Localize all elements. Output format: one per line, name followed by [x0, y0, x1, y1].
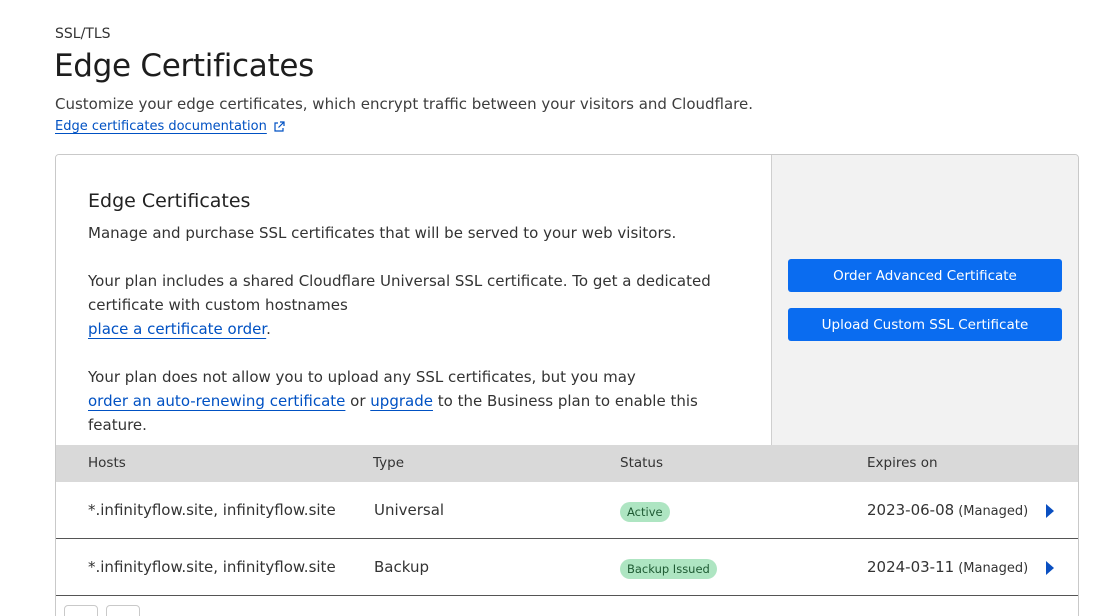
page-description: Customize your edge certificates, which …	[55, 95, 753, 113]
table-row[interactable]: *.infinityflow.site, infinityflow.site U…	[56, 482, 1078, 539]
expires-date: 2023-06-08	[867, 501, 955, 519]
row-type: Universal	[374, 501, 445, 519]
plan-paragraph: Your plan includes a shared Cloudflare U…	[88, 269, 728, 341]
plan-link-suffix: .	[266, 320, 271, 338]
row-type: Backup	[374, 558, 429, 576]
column-header-expires: Expires on	[867, 455, 938, 471]
documentation-link-label: Edge certificates documentation	[55, 119, 267, 134]
edge-certificates-card: Edge Certificates Manage and purchase SS…	[55, 154, 1079, 616]
order-auto-renewing-link[interactable]: order an auto-renewing certificate	[88, 392, 345, 410]
row-hosts: *.infinityflow.site, infinityflow.site	[88, 558, 336, 576]
column-header-status: Status	[620, 455, 664, 471]
page-title: Edge Certificates	[54, 48, 314, 84]
expand-row-icon[interactable]	[1046, 561, 1054, 575]
plan-text: Your plan includes a shared Cloudflare U…	[88, 272, 711, 314]
breadcrumb: SSL/TLS	[55, 26, 111, 42]
upload-text: Your plan does not allow you to upload a…	[88, 368, 636, 386]
card-intro: Manage and purchase SSL certificates tha…	[88, 224, 677, 242]
upload-paragraph: Your plan does not allow you to upload a…	[88, 365, 728, 437]
expand-row-icon[interactable]	[1046, 504, 1054, 518]
order-advanced-certificate-button[interactable]: Order Advanced Certificate	[788, 259, 1062, 292]
row-hosts: *.infinityflow.site, infinityflow.site	[88, 501, 336, 519]
column-header-type: Type	[373, 455, 405, 471]
expires-date: 2024-03-11	[867, 558, 955, 576]
status-badge: Active	[620, 502, 670, 522]
card-actions-panel: Order Advanced Certificate Upload Custom…	[772, 155, 1078, 445]
upload-custom-ssl-button[interactable]: Upload Custom SSL Certificate	[788, 308, 1062, 341]
documentation-link[interactable]: Edge certificates documentation	[55, 119, 285, 134]
place-order-link[interactable]: place a certificate order	[88, 320, 266, 338]
row-expires: 2024-03-11 (Managed)	[867, 558, 1028, 576]
row-expires: 2023-06-08 (Managed)	[867, 501, 1028, 519]
pagination-prev-button[interactable]	[64, 605, 98, 616]
managed-label: (Managed)	[958, 561, 1029, 576]
table-header: Hosts Type Status Expires on	[56, 445, 1078, 482]
card-info-panel: Edge Certificates Manage and purchase SS…	[56, 155, 772, 445]
external-link-icon	[274, 120, 285, 132]
pagination-controls	[64, 605, 140, 616]
upgrade-link[interactable]: upgrade	[370, 392, 433, 410]
upload-or-text: or	[345, 392, 371, 410]
column-header-hosts: Hosts	[88, 455, 126, 471]
pagination-next-button[interactable]	[106, 605, 140, 616]
card-title: Edge Certificates	[88, 190, 251, 212]
table-row[interactable]: *.infinityflow.site, infinityflow.site B…	[56, 539, 1078, 596]
status-badge: Backup Issued	[620, 559, 717, 579]
managed-label: (Managed)	[958, 504, 1029, 519]
